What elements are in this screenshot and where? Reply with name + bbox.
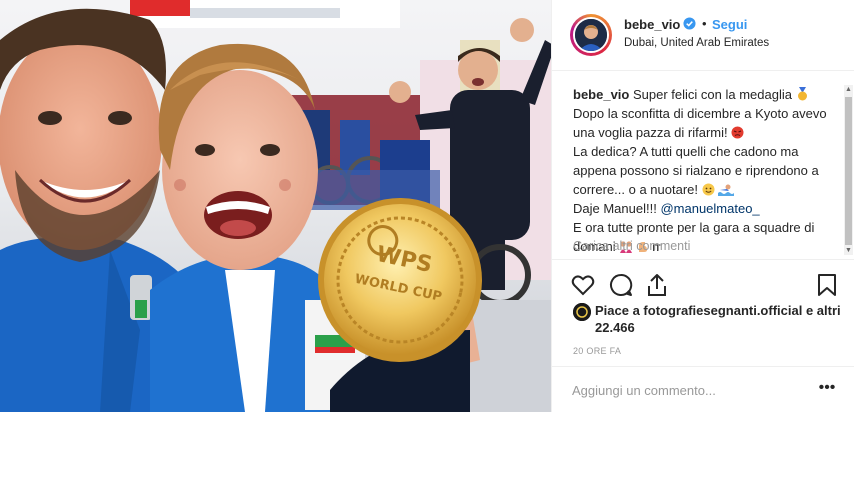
angry-emoji bbox=[731, 126, 744, 139]
post-timestamp[interactable]: 20 ORE FA bbox=[573, 346, 621, 356]
heart-icon[interactable] bbox=[570, 272, 596, 298]
liker-avatar[interactable] bbox=[573, 303, 591, 321]
caption-line-1: Super felici con la medaglia bbox=[632, 87, 792, 102]
bookmark-icon[interactable] bbox=[814, 272, 840, 298]
load-more-comments-link[interactable]: Carica altri commenti bbox=[573, 239, 690, 253]
comments-scrollbar[interactable]: ▲ ▼ bbox=[844, 85, 853, 255]
mention-link[interactable]: @manuelmateo_ bbox=[660, 201, 759, 216]
more-options-icon[interactable]: ••• bbox=[817, 379, 837, 399]
post-username[interactable]: bebe_vio bbox=[624, 17, 680, 32]
post-photo[interactable]: WPS WORLD CUP bbox=[0, 0, 551, 412]
scroll-down-arrow-icon[interactable]: ▼ bbox=[844, 246, 853, 255]
comment-icon[interactable] bbox=[608, 272, 634, 298]
selfie-image: WPS WORLD CUP bbox=[0, 0, 551, 412]
instagram-post: WPS WORLD CUP bebe_vio • Segui Dubai, Un… bbox=[0, 0, 854, 412]
avatar-image bbox=[575, 19, 607, 51]
post-actions bbox=[552, 265, 854, 305]
verified-badge-icon bbox=[683, 17, 696, 30]
caption-line-3: La dedica? A tutti quelli che cadono ma … bbox=[573, 144, 819, 197]
post-sidebar: bebe_vio • Segui Dubai, United Arab Emir… bbox=[551, 0, 854, 412]
caption-line-4: Daje Manuel!!! bbox=[573, 201, 657, 216]
caption-line-2: Dopo la sconfitta di dicembre a Kyoto av… bbox=[573, 106, 827, 140]
profile-avatar-ring[interactable] bbox=[570, 14, 612, 56]
liker-avatar-image bbox=[573, 303, 591, 321]
scroll-thumb[interactable] bbox=[845, 97, 852, 245]
post-header: bebe_vio • Segui Dubai, United Arab Emir… bbox=[552, 0, 854, 71]
post-caption: bebe_vio Super felici con la medaglia Do… bbox=[573, 85, 835, 258]
comment-input[interactable] bbox=[572, 380, 802, 400]
scroll-up-arrow-icon[interactable]: ▲ bbox=[844, 85, 853, 94]
caption-username[interactable]: bebe_vio bbox=[573, 87, 629, 102]
post-location[interactable]: Dubai, United Arab Emirates bbox=[624, 37, 769, 49]
follow-button[interactable]: Segui bbox=[712, 17, 747, 32]
likes-text[interactable]: Piace a fotografiesegnanti.official e al… bbox=[573, 302, 843, 336]
add-comment-bar: ••• bbox=[552, 366, 854, 413]
medal-emoji bbox=[797, 87, 807, 101]
comments-section: bebe_vio Super felici con la medaglia Do… bbox=[552, 71, 854, 260]
swimmer-emoji bbox=[718, 184, 735, 196]
smile-emoji bbox=[702, 183, 715, 196]
share-icon[interactable] bbox=[644, 272, 670, 298]
separator-dot: • bbox=[702, 16, 707, 31]
avatar[interactable] bbox=[573, 17, 609, 53]
likes-summary[interactable]: Piace a fotografiesegnanti.official e al… bbox=[573, 302, 843, 336]
